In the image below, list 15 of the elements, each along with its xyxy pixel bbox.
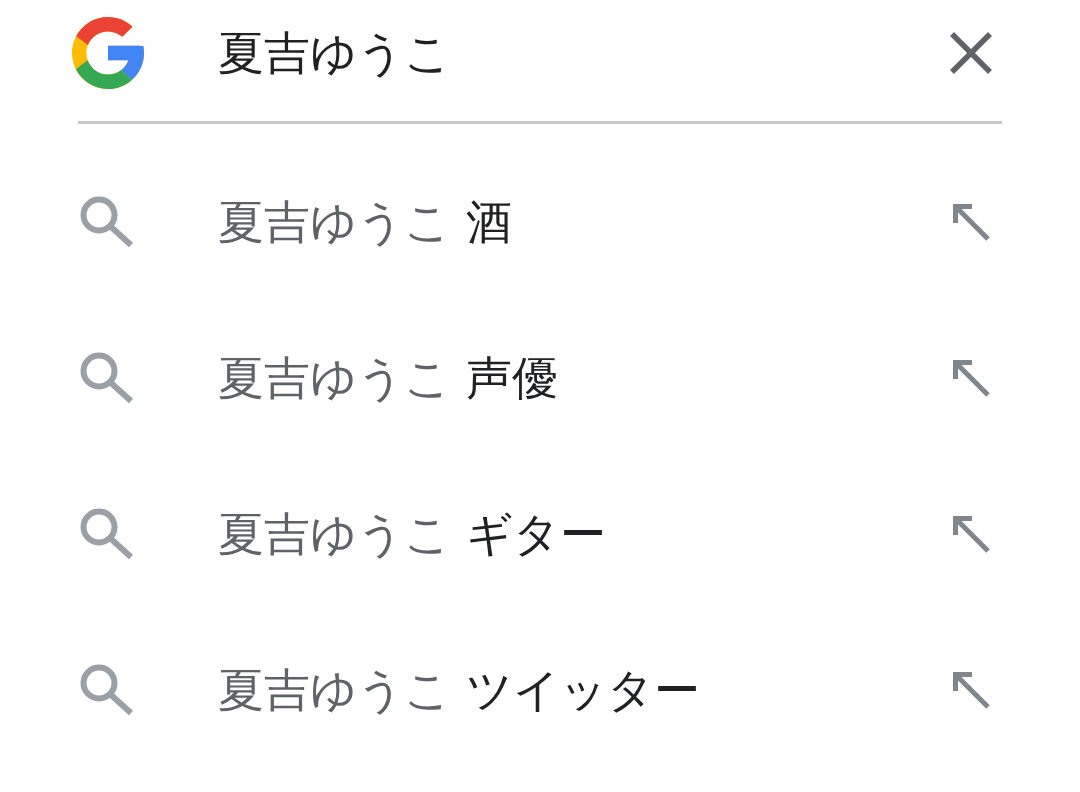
search-icon xyxy=(80,196,134,248)
google-g-logo-icon xyxy=(72,17,144,89)
suggestion-text[interactable]: 夏吉ゆうこ 酒 xyxy=(218,192,946,252)
arrow-up-left-icon xyxy=(952,359,990,397)
close-icon xyxy=(949,31,993,75)
suggestion-text[interactable]: 夏吉ゆうこ 声優 xyxy=(218,348,946,408)
search-icon xyxy=(80,352,134,404)
arrow-up-left-icon xyxy=(952,515,990,553)
arrow-up-left-icon xyxy=(952,203,990,241)
suggestion-text[interactable]: 夏吉ゆうこ ツイッター xyxy=(218,660,946,720)
search-field[interactable]: 夏吉ゆうこ xyxy=(218,23,946,83)
search-icon xyxy=(80,664,134,716)
search-icon xyxy=(80,508,134,560)
arrow-up-left-icon xyxy=(952,671,990,709)
suggestion-text[interactable]: 夏吉ゆうこ ギター xyxy=(218,504,946,564)
